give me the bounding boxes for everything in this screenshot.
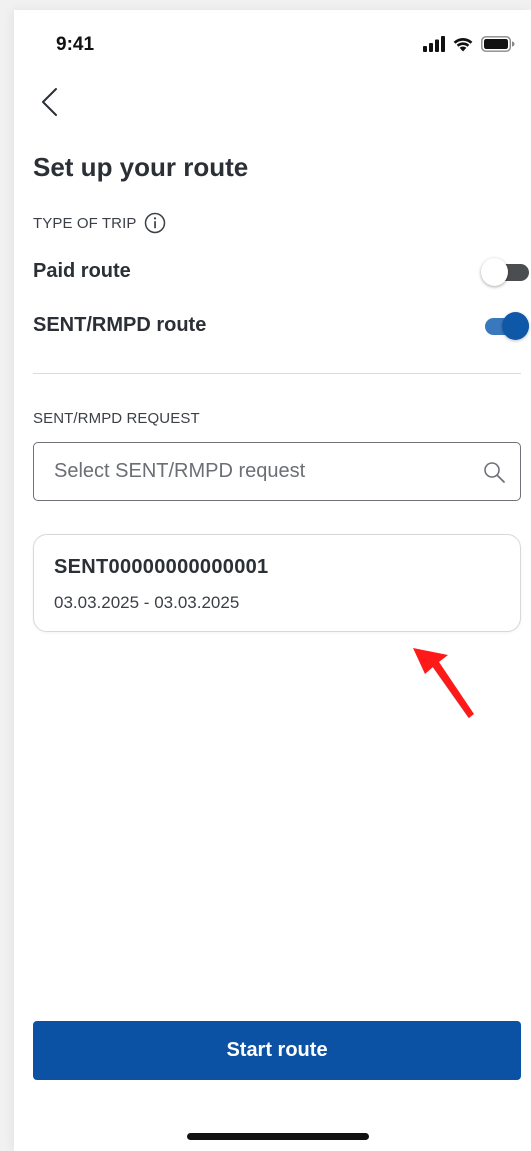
status-icons xyxy=(423,36,515,52)
phone-screen: 9:41 Set up your route TYPE OF TRIP Paid… xyxy=(14,10,531,1151)
request-section-label: SENT/RMPD REQUEST xyxy=(33,410,200,427)
start-route-button[interactable]: Start route xyxy=(33,1021,521,1080)
info-icon[interactable] xyxy=(144,212,166,234)
status-bar: 9:41 xyxy=(14,10,531,78)
back-button[interactable] xyxy=(34,82,70,122)
battery-icon xyxy=(481,36,515,52)
paid-route-label: Paid route xyxy=(33,260,131,282)
paid-route-toggle[interactable] xyxy=(481,258,531,286)
request-search-box[interactable] xyxy=(33,442,521,501)
request-search-input[interactable] xyxy=(54,460,444,483)
search-icon[interactable] xyxy=(482,460,506,484)
divider xyxy=(33,373,521,374)
trip-type-section-label: TYPE OF TRIP xyxy=(33,212,166,234)
annotation-arrow-icon xyxy=(413,648,474,719)
toggle-knob xyxy=(502,312,529,340)
signal-icon xyxy=(423,36,445,52)
home-indicator xyxy=(187,1133,369,1140)
request-id: SENT00000000000001 xyxy=(54,556,269,578)
sent-rmpd-route-label: SENT/RMPD route xyxy=(33,314,207,336)
request-dates: 03.03.2025 - 03.03.2025 xyxy=(54,593,240,612)
wifi-icon xyxy=(453,37,473,52)
sent-rmpd-route-toggle[interactable] xyxy=(481,312,531,340)
toggle-knob xyxy=(481,258,508,286)
trip-type-label: TYPE OF TRIP xyxy=(33,214,137,232)
request-result-card[interactable]: SENT00000000000001 03.03.2025 - 03.03.20… xyxy=(33,534,521,632)
page-title: Set up your route xyxy=(33,152,249,182)
chevron-left-icon xyxy=(42,88,57,116)
status-time: 9:41 xyxy=(56,34,95,55)
